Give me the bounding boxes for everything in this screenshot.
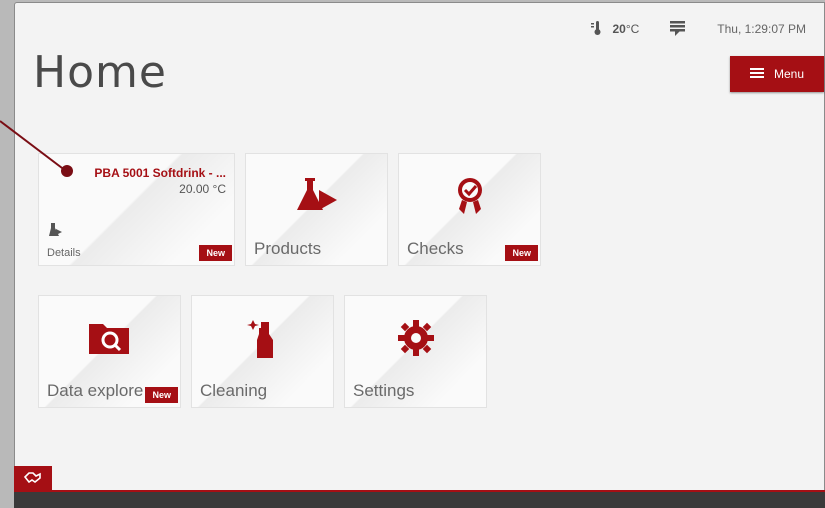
checks-tile[interactable]: Checks New [398, 153, 541, 266]
new-badge: New [505, 245, 538, 261]
folder-search-icon [87, 318, 133, 363]
handshake-icon [23, 470, 42, 488]
data-explorer-tile[interactable]: Data explore New [38, 295, 181, 408]
gear-wrench-icon [396, 318, 436, 363]
app-screen: 20°C Thu, 1:29:07 PM Home Menu PBA 5001 … [14, 2, 825, 492]
flask-icon [295, 176, 339, 221]
settings-tile[interactable]: Settings [344, 295, 487, 408]
details-label[interactable]: Details [47, 247, 81, 259]
products-label: Products [254, 239, 322, 258]
temperature-value: 20°C [612, 22, 640, 36]
bottom-bar [14, 490, 825, 508]
flask-icon [47, 222, 63, 243]
status-bar: 20°C Thu, 1:29:07 PM [590, 19, 806, 39]
menu-button[interactable]: Menu [730, 56, 824, 92]
new-badge: New [199, 245, 232, 261]
award-check-icon [453, 176, 487, 221]
message-icon[interactable] [669, 20, 687, 39]
menu-label: Menu [773, 67, 805, 81]
hamburger-icon [749, 67, 764, 82]
new-badge: New [145, 387, 178, 403]
products-tile[interactable]: Products [245, 153, 388, 266]
spray-bottle-icon [245, 318, 281, 365]
product-temperature: 20.00 °C [179, 182, 226, 196]
service-button[interactable] [14, 466, 52, 492]
settings-label: Settings [353, 381, 415, 400]
cleaning-label: Cleaning [200, 381, 268, 400]
cleaning-tile[interactable]: Cleaning [191, 295, 334, 408]
thermometer-icon [590, 20, 604, 39]
checks-label: Checks [407, 239, 464, 258]
page-title: Home [33, 47, 167, 98]
data-explorer-label: Data explore [47, 381, 144, 400]
datetime: Thu, 1:29:07 PM [717, 22, 806, 36]
product-name: PBA 5001 Softdrink - ... [94, 166, 226, 180]
current-product-tile[interactable]: PBA 5001 Softdrink - ... 20.00 °C Detail… [38, 153, 235, 266]
